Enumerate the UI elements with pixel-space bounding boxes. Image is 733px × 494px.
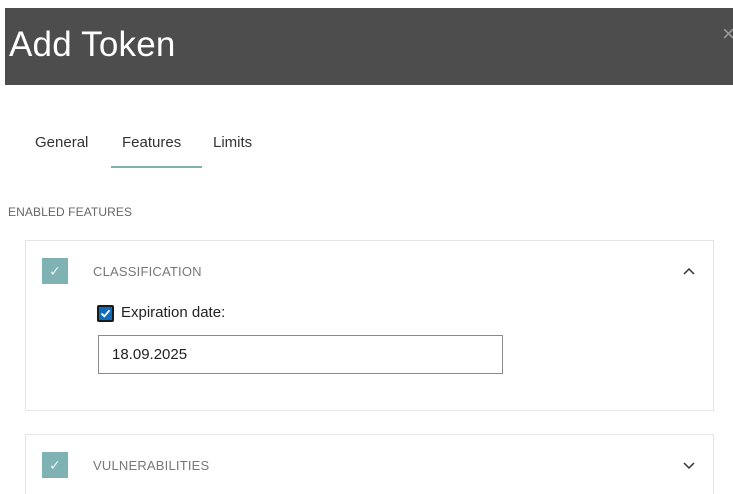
section-label-enabled-features: ENABLED FEATURES xyxy=(8,205,133,219)
tab-general[interactable]: General xyxy=(35,134,88,151)
tab-limits[interactable]: Limits xyxy=(213,134,252,151)
feature-label-classification: CLASSIFICATION xyxy=(93,264,202,279)
expiration-date-checkbox[interactable] xyxy=(97,305,114,322)
active-tab-indicator xyxy=(111,166,202,168)
feature-checkbox-vulnerabilities[interactable]: ✓ xyxy=(42,452,68,478)
feature-panel-classification: ✓ CLASSIFICATION Expiration date: xyxy=(25,240,714,411)
dialog-title: Add Token xyxy=(9,25,176,64)
dialog-header: Add Token × xyxy=(5,8,733,85)
feature-label-vulnerabilities: VULNERABILITIES xyxy=(93,458,210,473)
chevron-down-icon[interactable] xyxy=(683,462,695,474)
expiration-date-input[interactable] xyxy=(98,335,503,374)
expiration-date-label: Expiration date: xyxy=(121,304,226,321)
tab-features[interactable]: Features xyxy=(122,134,181,151)
feature-panel-vulnerabilities: ✓ VULNERABILITIES xyxy=(25,434,714,494)
close-icon[interactable]: × xyxy=(722,23,733,45)
chevron-up-icon[interactable] xyxy=(683,267,695,279)
feature-checkbox-classification[interactable]: ✓ xyxy=(42,258,68,284)
